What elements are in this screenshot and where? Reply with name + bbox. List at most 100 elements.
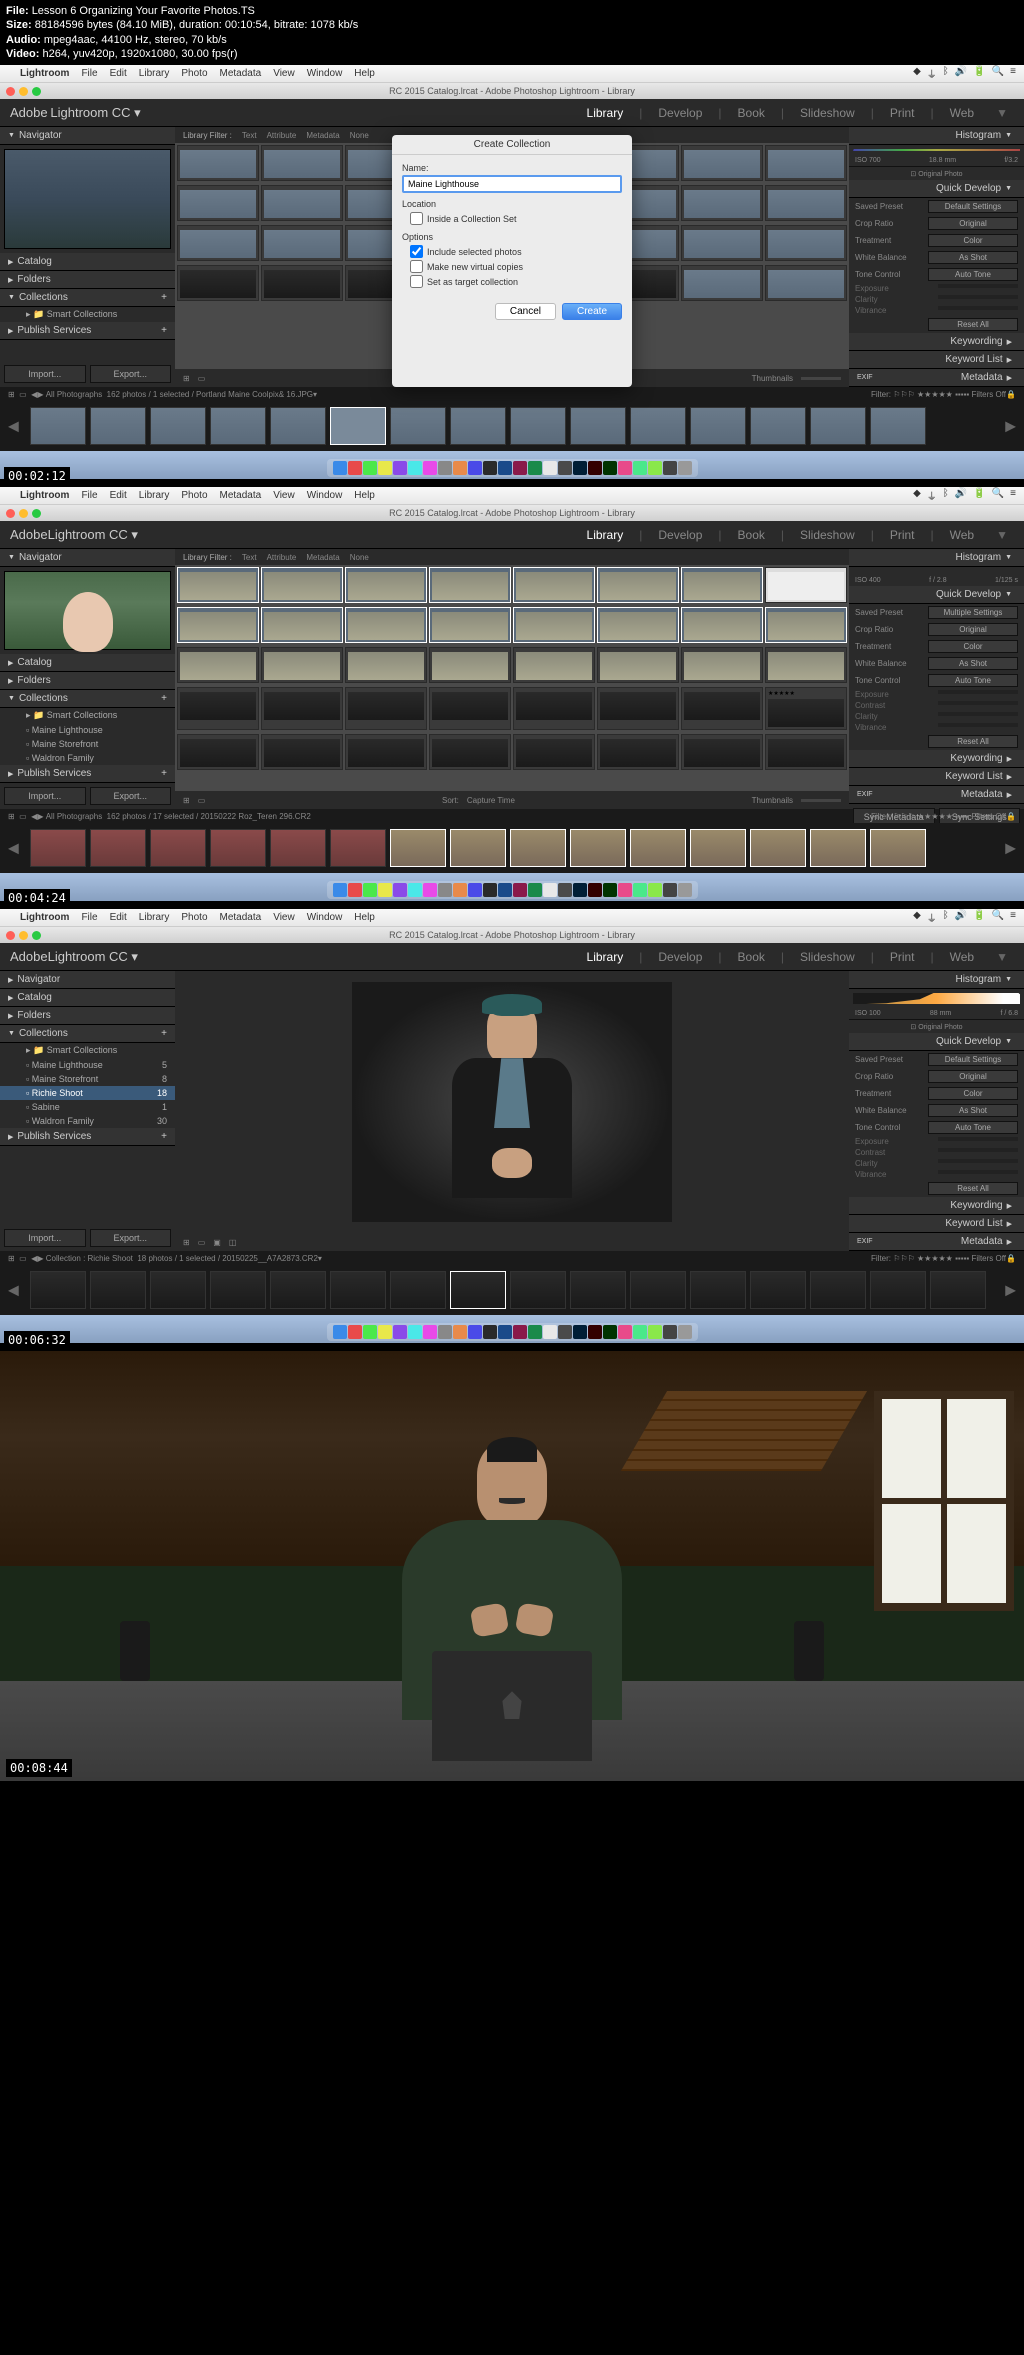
menu-window[interactable]: Window — [307, 68, 343, 79]
app-menu[interactable]: Lightroom — [20, 68, 69, 79]
module-slideshow[interactable]: Slideshow — [794, 106, 861, 120]
inside-set-checkbox[interactable] — [410, 212, 423, 225]
video-info-header: File: Lesson 6 Organizing Your Favorite … — [0, 0, 1024, 65]
panel-histogram-header[interactable]: Histogram▼ — [849, 127, 1024, 145]
collection-item[interactable]: ▫ Maine Lighthouse — [0, 723, 175, 737]
filter-flags[interactable]: ⚐⚐⚐ — [893, 390, 915, 399]
dock-finder-icon[interactable] — [333, 461, 347, 475]
panel-publish-header[interactable]: ▶Publish Services+ — [0, 765, 175, 783]
clarity-stepper[interactable] — [938, 295, 1018, 299]
zoom-window-button[interactable] — [32, 509, 41, 518]
export-button[interactable]: Export... — [90, 365, 172, 383]
filmstrip[interactable]: ◀ ▶ — [0, 823, 1024, 873]
treatment-select[interactable]: Color — [928, 234, 1018, 247]
panel-folders-header[interactable]: ▶Folders — [0, 271, 175, 289]
create-button[interactable]: Create — [562, 303, 622, 320]
panel-navigator-header[interactable]: ▼Navigator — [0, 127, 175, 145]
menu-library[interactable]: Library — [139, 68, 170, 79]
collection-item[interactable]: ▸ 📁 Smart Collections — [0, 1043, 175, 1058]
panel-navigator-header[interactable]: ▼Navigator — [0, 549, 175, 567]
crop-select[interactable]: Original — [928, 217, 1018, 230]
target-collection-checkbox[interactable] — [410, 275, 423, 288]
cancel-button[interactable]: Cancel — [495, 303, 556, 320]
module-develop[interactable]: Develop — [652, 106, 708, 120]
filmstrip-prev-icon[interactable]: ◀ — [8, 418, 19, 435]
collection-name-input[interactable] — [402, 175, 622, 193]
filmstrip-next-icon[interactable]: ▶ — [1005, 418, 1016, 435]
minimize-window-button[interactable] — [19, 509, 28, 518]
exposure-stepper[interactable] — [938, 284, 1018, 288]
virtual-copies-checkbox[interactable] — [410, 260, 423, 273]
filter-stars[interactable]: ★★★★★ — [917, 390, 953, 399]
window-titlebar: RC 2015 Catalog.lrcat - Adobe Photoshop … — [0, 83, 1024, 99]
panel-folders-header[interactable]: ▶Folders — [0, 672, 175, 690]
menu-metadata[interactable]: Metadata — [220, 68, 262, 79]
secondary-display-icon[interactable]: ▭ — [19, 390, 27, 399]
panel-collections-header[interactable]: ▼Collections+ — [0, 289, 175, 307]
loupe-view[interactable] — [175, 971, 849, 1233]
module-web[interactable]: Web — [944, 106, 980, 120]
path-nav-fwd[interactable]: ▶ — [37, 390, 43, 399]
collection-item[interactable]: ▫ Sabine1 — [0, 1100, 175, 1114]
collection-item[interactable]: ▸ 📁 Smart Collections — [0, 708, 175, 723]
minimize-window-button[interactable] — [19, 87, 28, 96]
navigator-preview[interactable] — [4, 571, 171, 650]
window-prop — [874, 1391, 1014, 1611]
menu-help[interactable]: Help — [354, 68, 375, 79]
filmstrip[interactable]: ◀ ▶ — [0, 1265, 1024, 1315]
speaker-prop — [794, 1621, 824, 1681]
panel-catalog-header[interactable]: ▶Catalog — [0, 253, 175, 271]
close-window-button[interactable] — [6, 509, 15, 518]
grid-nav-icon[interactable]: ⊞ — [8, 390, 15, 399]
collection-item[interactable]: ▫ Maine Lighthouse5 — [0, 1058, 175, 1072]
navigator-preview[interactable] — [4, 149, 171, 249]
preset-select[interactable]: Default Settings — [928, 200, 1018, 213]
menu-view[interactable]: View — [273, 68, 295, 79]
dock[interactable] — [327, 459, 698, 477]
battery-icon: 🔋 — [973, 66, 985, 81]
brand-lightroom[interactable]: Lightroom CC ▾ — [50, 105, 140, 120]
filmstrip[interactable]: ◀ ▶ — [0, 401, 1024, 451]
collection-item-selected[interactable]: ▫ Richie Shoot18 — [0, 1086, 175, 1100]
module-print[interactable]: Print — [884, 106, 921, 120]
panel-collections-header[interactable]: ▼Collections+ — [0, 690, 175, 708]
panel-publish-header[interactable]: ▶Publish Services+ — [0, 322, 175, 340]
grid-view[interactable]: ★★★★★ — [175, 565, 849, 791]
panel-catalog-header[interactable]: ▶Catalog — [0, 654, 175, 672]
panel-keywording-header[interactable]: Keywording▶ — [849, 333, 1024, 351]
menu-edit[interactable]: Edit — [110, 68, 127, 79]
lightroom-topbar: Adobe Lightroom CC ▾ Library| Develop| B… — [0, 99, 1024, 127]
collection-item[interactable]: ▫ Maine Storefront8 — [0, 1072, 175, 1086]
name-label: Name: — [402, 163, 622, 173]
module-library[interactable]: Library — [581, 106, 630, 120]
collection-item[interactable]: ▫ Waldron Family — [0, 751, 175, 765]
mac-menubar[interactable]: Lightroom FileEditLibraryPhotoMetadataVi… — [0, 909, 1024, 927]
window-titlebar: RC 2015 Catalog.lrcat - Adobe Photoshop … — [0, 505, 1024, 521]
import-button[interactable]: Import... — [4, 787, 86, 805]
menu-photo[interactable]: Photo — [181, 68, 207, 79]
mac-menubar[interactable]: Lightroom File Edit Library Photo Metada… — [0, 65, 1024, 83]
collection-item[interactable]: ▫ Maine Storefront — [0, 737, 175, 751]
reset-all-button[interactable]: Reset All — [928, 318, 1018, 331]
close-window-button[interactable] — [6, 87, 15, 96]
autotone-button[interactable]: Auto Tone — [928, 268, 1018, 281]
wifi-icon: ⏚ — [927, 66, 937, 81]
import-button[interactable]: Import... — [4, 365, 86, 383]
export-button[interactable]: Export... — [90, 787, 172, 805]
collection-smart[interactable]: ▸ 📁 Smart Collections — [0, 307, 175, 322]
module-collapse-icon[interactable]: ▼ — [990, 106, 1014, 120]
include-selected-checkbox[interactable] — [410, 245, 423, 258]
panel-metadata-header[interactable]: EXIFMetadata▶ — [849, 369, 1024, 387]
vibrance-stepper[interactable] — [938, 306, 1018, 310]
filter-lock-icon[interactable]: 🔒 — [1006, 390, 1016, 399]
menu-file[interactable]: File — [81, 68, 97, 79]
collection-item[interactable]: ▫ Waldron Family30 — [0, 1114, 175, 1128]
wb-select[interactable]: As Shot — [928, 251, 1018, 264]
filter-labels[interactable]: ▪▪▪▪▪ — [955, 390, 969, 399]
panel-keywordlist-header[interactable]: Keyword List▶ — [849, 351, 1024, 369]
module-book[interactable]: Book — [732, 106, 771, 120]
panel-quick-develop-header[interactable]: Quick Develop▼ — [849, 180, 1024, 198]
mac-menubar[interactable]: Lightroom FileEditLibraryPhotoMetadataVi… — [0, 487, 1024, 505]
zoom-window-button[interactable] — [32, 87, 41, 96]
cc-status-icon: ◆ — [913, 66, 921, 81]
